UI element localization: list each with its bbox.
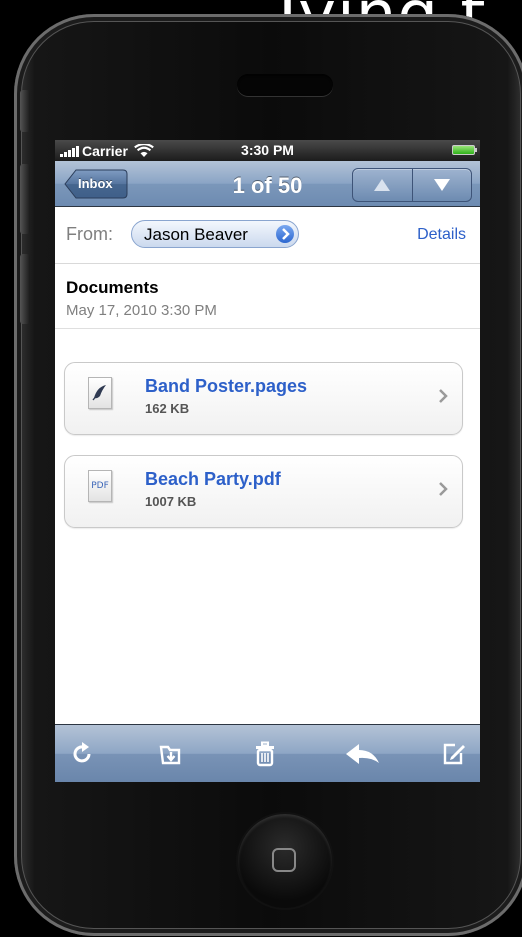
attachment-item[interactable]: PDF Beach Party.pdf 1007 KB [64,455,463,528]
message-toolbar [55,724,480,782]
chevron-right-icon [439,389,448,403]
delete-button[interactable] [252,741,278,767]
volume-down-button [20,254,30,324]
mute-switch [20,90,30,132]
navigation-bar: Inbox 1 of 50 [55,161,480,207]
status-bar: Carrier 3:30 PM [55,140,480,161]
trash-icon [256,741,274,767]
attachment-name: Band Poster.pages [145,376,308,396]
pages-document-icon [88,377,112,409]
next-message-button[interactable] [411,169,472,201]
from-label: From: [66,224,113,244]
attachment-name: Beach Party.pdf [145,469,281,489]
disclosure-arrow-icon [276,225,294,243]
earpiece-speaker [237,74,333,96]
pdf-icon-label: PDF [91,481,109,491]
battery-icon [452,145,477,155]
status-time: 3:30 PM [241,142,294,158]
message-date: May 17, 2010 3:30 PM [66,302,217,319]
reply-icon [346,744,379,764]
move-to-folder-icon [159,745,181,765]
volume-up-button [20,164,30,234]
details-link[interactable]: Details [417,226,466,244]
previous-message-button[interactable] [353,169,412,201]
phone-screen: Carrier 3:30 PM Inbox 1 of 50 From: Jaso… [55,140,480,782]
reply-button[interactable] [345,741,381,767]
move-to-folder-button[interactable] [158,741,184,767]
home-square-icon [272,848,296,872]
compose-icon [443,743,465,765]
refresh-icon [73,742,91,763]
pdf-document-icon: PDF [88,470,112,502]
home-button[interactable] [238,814,332,908]
chevron-right-icon [439,482,448,496]
attachment-size: 1007 KB [145,494,197,509]
refresh-button[interactable] [69,741,95,767]
attachment-item[interactable]: Band Poster.pages 162 KB [64,362,463,435]
sender-name: Jason Beaver [144,225,248,244]
triangle-up-icon [374,179,391,191]
sender-bubble[interactable]: Jason Beaver [131,220,299,248]
triangle-down-icon [433,179,450,191]
message-header: Documents May 17, 2010 3:30 PM [55,264,480,329]
compose-button[interactable] [441,741,467,767]
attachment-size: 162 KB [145,401,190,416]
message-subject: Documents [66,278,159,297]
from-row: From: Jason Beaver Details [55,207,480,264]
message-navigation-control [352,168,472,202]
